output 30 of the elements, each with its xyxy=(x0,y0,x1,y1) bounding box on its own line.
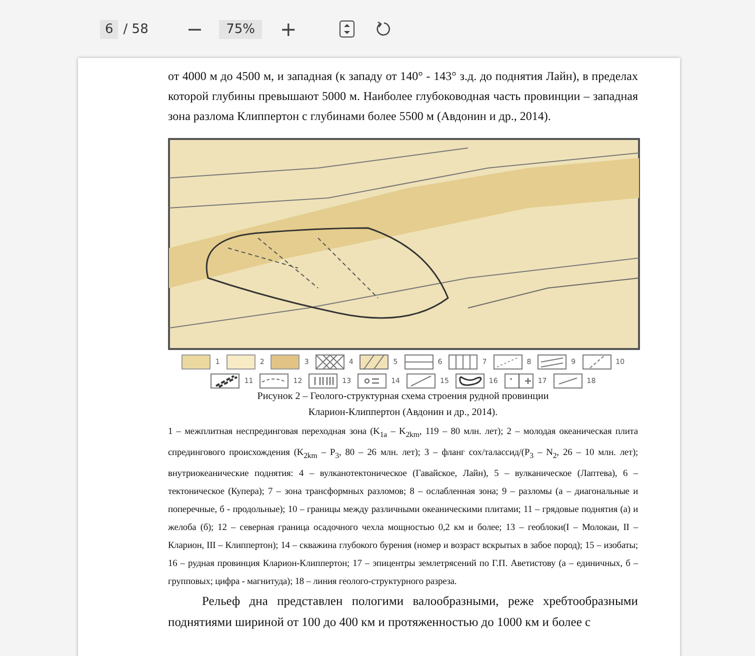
figure-caption: Кларион-Клиппертон (Авдонин и др., 2014). xyxy=(307,406,499,420)
rotate-icon[interactable] xyxy=(374,21,391,37)
figure-caption: Рисунок 2 – Геолого-структурная схема строения рудной провинции xyxy=(256,390,550,404)
legend-swatch-icon xyxy=(492,354,523,370)
legend-swatch-icon xyxy=(448,354,478,370)
legend-swatch-icon xyxy=(314,354,345,370)
legend-swatch-icon xyxy=(582,354,612,370)
legend-swatch-icon xyxy=(454,373,485,389)
legend-swatch-icon xyxy=(504,373,534,389)
legend-swatch-icon xyxy=(357,373,388,389)
fit-page-icon[interactable] xyxy=(338,20,355,38)
legend-swatch-icon xyxy=(359,354,390,370)
legend-swatch-icon xyxy=(259,373,290,389)
page-total: / 58 xyxy=(123,22,148,36)
zoom-level-field[interactable]: 75% xyxy=(219,20,262,38)
legend-swatch-icon xyxy=(552,373,583,389)
page-number-field[interactable]: 6 xyxy=(100,20,118,38)
legend-swatch-icon xyxy=(270,354,300,370)
legend-swatch-icon xyxy=(181,354,212,370)
zoom-in-button[interactable]: + xyxy=(276,19,301,39)
legend-swatch-icon xyxy=(226,354,256,370)
legend-description: 1 – межплитная неспрединговая переходная зона (K$_{1a}$ – K$_{2km}$, 119 – 80 млн. лет); 2 – молодая океаническая плита спредингового происхождения (K$_{2km}$ – P$_{3}$, 80 – 26 млн. лет); 3 – фланг сох/талассид/(P$_{3}$ – N$_{2}$, 26 – 10 млн. лет); внутриокеанические поднятия: 4 – вулканотектоническое (Гавайское, Лайн), 5 – вулканическое (Лаптева), 6 – тектоническое (Купера); 7 – зона трансформных разломов; 8 – ослабленная зона; 9 – разломы (а – диагональные и поперечные, б - продольные); 10 – границы между различными океаническими плитами; 11 – грядовые поднятия (а) и желоба (б); 12 – северная граница осадочного чехла мощностью 0,2 км и более; 13 – геоблоки(I – Молокаи, II – Кларион, III – Клиппертон); 14 – скважина глубокого бурения (номер и возраст вскрытых в забое пород); 15 – изобаты; 16 – рудная провинция Кларион-Клиппертон; 17 – эпицентры землетрясений по Г.П. Аветистову (а – единичных, б – групповых; цифра - магнитуда); 18 – линия геолого-структурного разреза. xyxy=(168,426,638,589)
legend-swatch-icon xyxy=(406,373,436,389)
legend-swatch-icon xyxy=(308,373,338,389)
legend-swatch-icon xyxy=(210,373,240,389)
body-paragraph: от 4000 м до 4500 м, и западная (к западу от 140° - 143° з.д. до поднятия Лайн), в пределах которой глубины превышают 5000 м. Наиболее глубоководная часть провинции – западная зона разлома Клиппертон с глубинами более 5500 м (Авдонин и др., 2014). xyxy=(168,68,638,125)
zoom-out-button[interactable]: − xyxy=(182,19,208,39)
body-paragraph: Рельеф дна представлен пологими валообразными, реже хребтообразными поднятиями шириной от 100 до 400 км и протяженностью до 1000 км и более с xyxy=(168,592,638,631)
legend-swatch-icon xyxy=(537,354,568,370)
legend-swatch-icon xyxy=(404,354,434,370)
